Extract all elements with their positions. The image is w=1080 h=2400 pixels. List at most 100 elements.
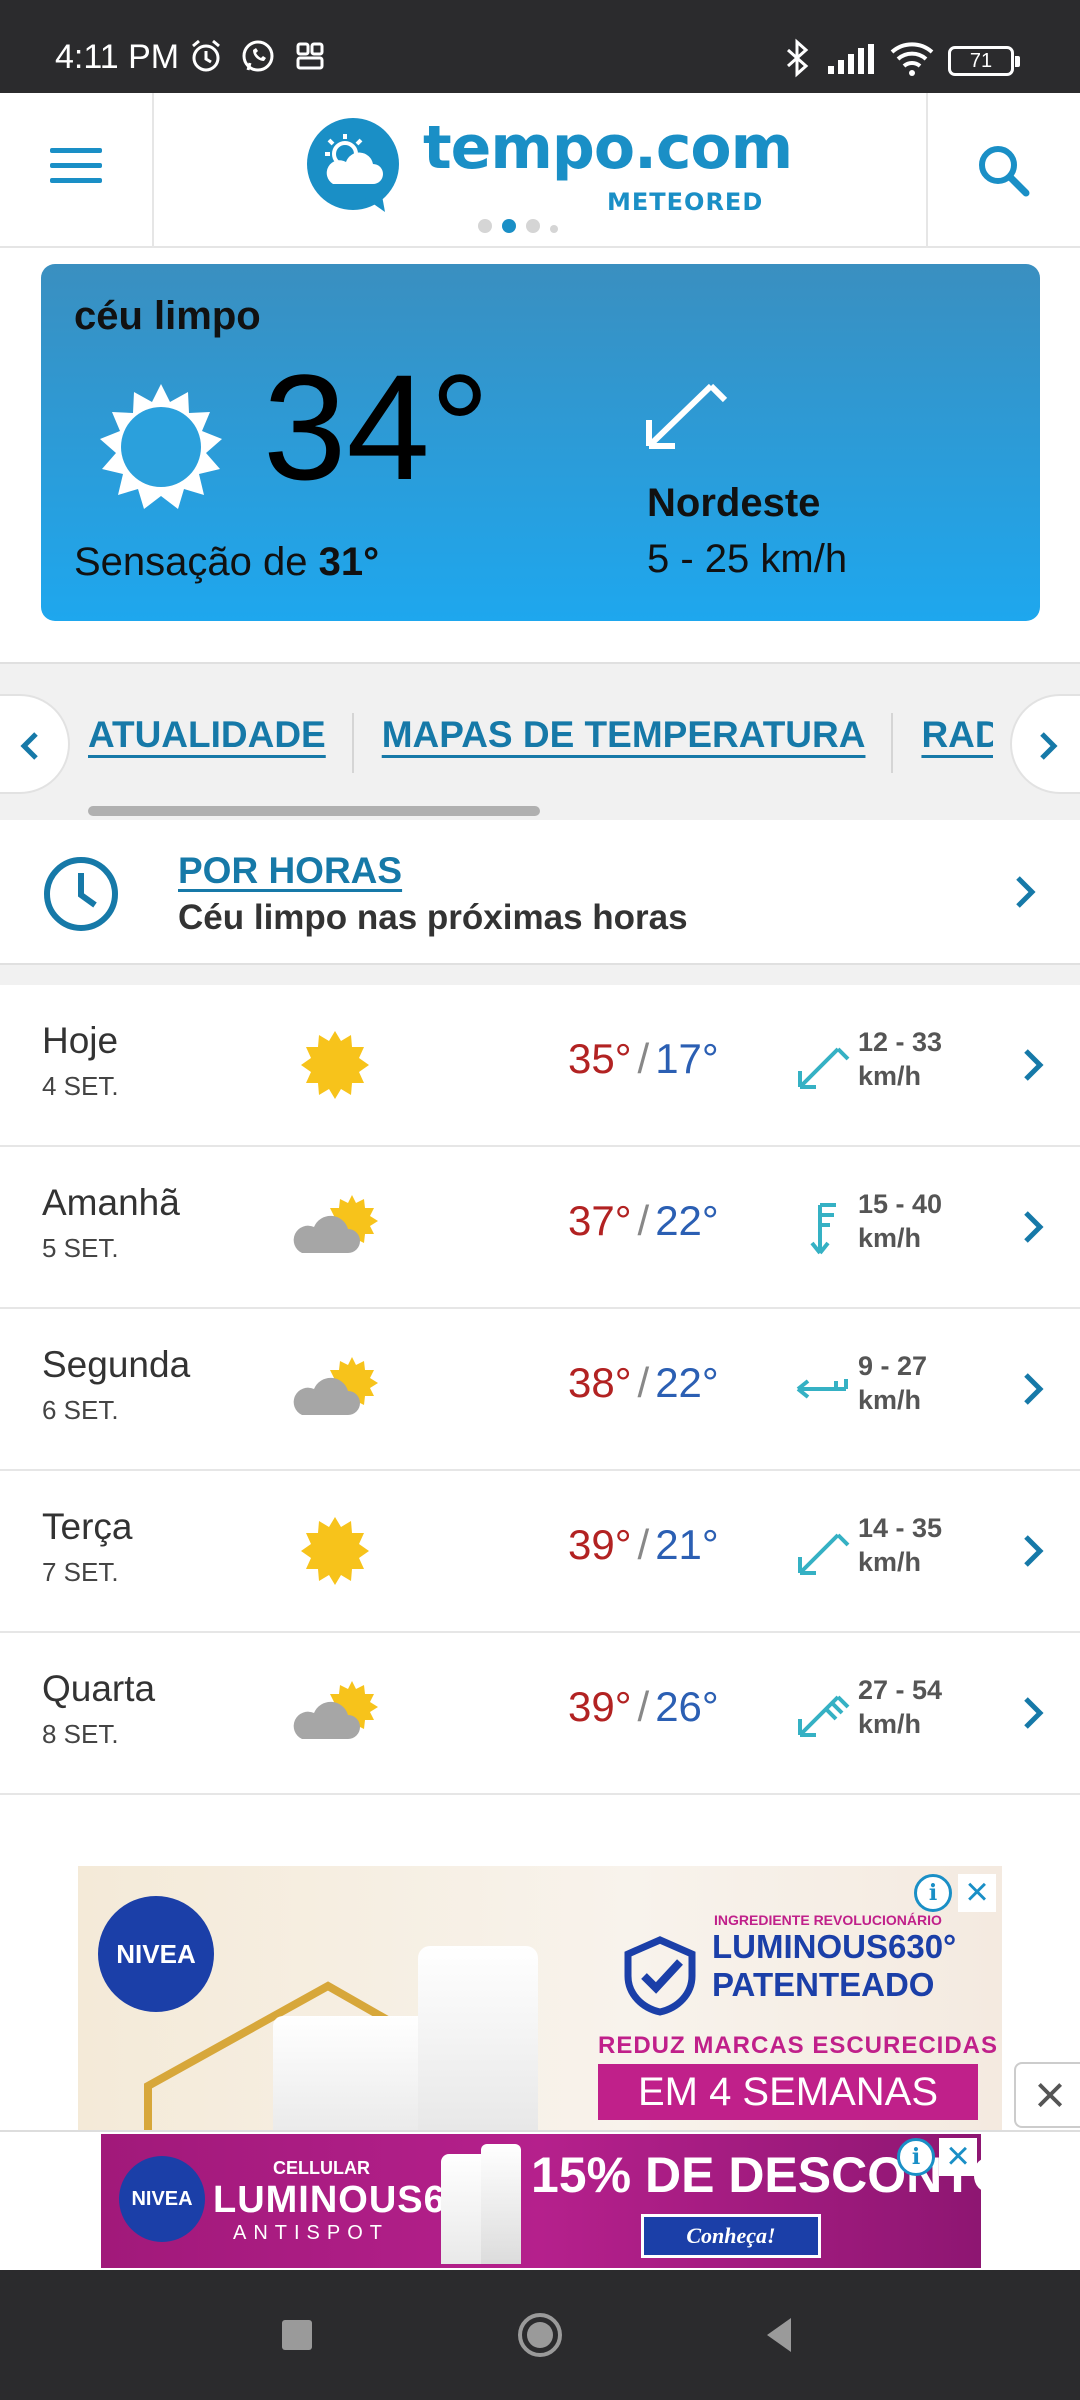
- hourly-link[interactable]: POR HORAS Céu limpo nas próximas horas: [0, 820, 1080, 965]
- menu-icon[interactable]: [50, 148, 102, 188]
- forecast-date: 6 SET.: [42, 1395, 119, 1425]
- ad-claim: REDUZ MARCAS ESCURECIDAS: [598, 2032, 999, 2059]
- forecast-wind: 14 - 35 km/h: [858, 1513, 943, 1577]
- forecast-date: 8 SET.: [42, 1719, 119, 1749]
- tabs-list: ATUALIDADE MAPAS DE TEMPERATURA RADAR: [88, 704, 993, 774]
- wind-northeast-icon: [798, 1695, 850, 1737]
- forecast-row[interactable]: Quarta 8 SET. 39°/26° 27 - 54 km/h: [0, 1633, 1080, 1795]
- status-time: 4:11 PM: [55, 38, 180, 76]
- wind-direction-icon: [646, 383, 728, 449]
- chevron-right-icon: [1024, 1697, 1044, 1729]
- forecast-temps: 35°/17°: [568, 1035, 719, 1082]
- chevron-right-icon: [1016, 876, 1036, 908]
- sun-icon: [301, 1031, 369, 1099]
- wifi-icon: [890, 42, 934, 76]
- forecast-wind: 12 - 33 km/h: [858, 1027, 943, 1091]
- wind-northeast-icon: [798, 1533, 850, 1575]
- ad-info-icon[interactable]: i: [914, 1874, 952, 1912]
- ad-info-icon[interactable]: i: [897, 2138, 935, 2176]
- chevron-right-icon: [1040, 732, 1058, 760]
- ad-close-icon[interactable]: ×: [958, 1872, 996, 1912]
- ad-headline-2: PATENTEADO: [712, 1966, 935, 2003]
- forecast-row[interactable]: Amanhã 5 SET. 37°/22° 15 - 40 km/h: [0, 1147, 1080, 1309]
- check-badge-icon: [624, 1936, 696, 2016]
- chevron-right-icon: [1024, 1373, 1044, 1405]
- chevron-right-icon: [1024, 1535, 1044, 1567]
- wind-direction: Nordeste: [647, 481, 821, 525]
- forecast-day: Segunda: [42, 1344, 191, 1385]
- partly-cloudy-icon: [293, 1681, 378, 1739]
- site-logo[interactable]: tempo.com METEORED: [305, 113, 793, 228]
- ad-headline: LUMINOUS630°: [712, 1928, 957, 1965]
- system-nav-bar: [0, 2270, 1080, 2400]
- wind-northeast-icon: [798, 1047, 850, 1089]
- divider: [926, 93, 928, 248]
- ad-product-image: [418, 1946, 538, 2130]
- tabs-scroll-right-button[interactable]: [1010, 694, 1080, 794]
- logo-cloud-icon: [307, 118, 399, 212]
- forecast-date: 7 SET.: [42, 1557, 119, 1587]
- partly-cloudy-icon: [293, 1357, 378, 1415]
- tab-mapas-de-temperatura[interactable]: MAPAS DE TEMPERATURA: [382, 704, 866, 766]
- wind-speed: 5 - 25 km/h: [647, 537, 848, 581]
- chevron-right-icon: [1024, 1211, 1044, 1243]
- wind-west-icon: [796, 1379, 848, 1399]
- current-condition: céu limpo: [74, 294, 261, 338]
- forecast-day: Terça: [42, 1506, 133, 1547]
- forecast-date: 5 SET.: [42, 1233, 119, 1263]
- forecast-temps: 39°/21°: [568, 1521, 719, 1568]
- recents-icon[interactable]: [272, 2310, 322, 2360]
- hourly-subtitle: Céu limpo nas próximas horas: [178, 898, 688, 937]
- forecast-date: 4 SET.: [42, 1071, 119, 1101]
- tab-radar[interactable]: RADAR: [921, 704, 993, 766]
- bluetooth-icon: [787, 38, 809, 78]
- tab-atualidade[interactable]: ATUALIDADE: [88, 704, 326, 766]
- logo-text: tempo.com: [423, 113, 793, 183]
- sticky-advertisement[interactable]: NIVEA CELLULAR LUMINOUS630° ANTISPOT 15%…: [101, 2134, 981, 2268]
- forecast-day: Amanhã: [42, 1182, 180, 1223]
- partly-cloudy-icon: [293, 1195, 378, 1253]
- close-sticky-ad-button[interactable]: ×: [1014, 2062, 1080, 2128]
- ad-product-image: [481, 2144, 521, 2264]
- app-notification-icon: [296, 42, 324, 70]
- section-tabs: ATUALIDADE MAPAS DE TEMPERATURA RADAR: [0, 662, 1080, 820]
- ad-close-icon[interactable]: ×: [939, 2136, 977, 2176]
- tabs-scrollbar[interactable]: [88, 806, 540, 816]
- forecast-temps: 38°/22°: [568, 1359, 719, 1406]
- back-icon[interactable]: [755, 2310, 805, 2360]
- battery-indicator: 71: [948, 46, 1020, 76]
- ad-cta-button[interactable]: Conheça!: [641, 2214, 821, 2258]
- ad-claim-2: EM 4 SEMANAS: [598, 2064, 978, 2120]
- clock-icon: [44, 857, 118, 931]
- forecast-row[interactable]: Hoje 4 SET. 35°/17° 12 - 33 km/h: [0, 985, 1080, 1147]
- current-temperature: 34°: [263, 343, 490, 511]
- alarm-icon: [192, 39, 220, 72]
- status-bar: 4:11 PM 71: [0, 0, 1080, 93]
- forecast-row[interactable]: Segunda 6 SET. 38°/22° 9 - 27 km/h: [0, 1309, 1080, 1471]
- forecast-temps: 39°/26°: [568, 1683, 719, 1730]
- forecast-wind: 9 - 27 km/h: [858, 1351, 928, 1415]
- forecast-wind: 27 - 54 km/h: [858, 1675, 943, 1739]
- current-weather-card[interactable]: céu limpo 34° Sensação de 31° Nordeste 5…: [41, 264, 1040, 621]
- advertisement-banner[interactable]: NIVEA INGREDIENTE REVOLUCIONÁRIO LUMINOU…: [78, 1866, 1002, 2130]
- forecast-wind: 15 - 40 km/h: [858, 1189, 943, 1253]
- forecast-day: Quarta: [42, 1668, 156, 1709]
- logo-subtitle: METEORED: [607, 188, 764, 216]
- tabs-scroll-left-button[interactable]: [0, 694, 70, 794]
- forecast-row[interactable]: Terça 7 SET. 39°/21° 14 - 35 km/h: [0, 1471, 1080, 1633]
- wind-north-icon: [810, 1203, 836, 1255]
- ad-product-image: [273, 2016, 433, 2130]
- feels-like: Sensação de 31°: [74, 540, 380, 584]
- sun-icon: [301, 1517, 369, 1585]
- ad-tagline: INGREDIENTE REVOLUCIONÁRIO: [714, 1912, 942, 1928]
- forecast-temps: 37°/22°: [568, 1197, 719, 1244]
- chevron-left-icon: [20, 732, 38, 760]
- home-icon[interactable]: [515, 2310, 565, 2360]
- search-icon[interactable]: [976, 143, 1032, 199]
- hourly-title[interactable]: POR HORAS: [178, 850, 402, 892]
- forecast-day: Hoje: [42, 1020, 119, 1061]
- clear-sky-icon: [100, 384, 222, 509]
- app-header: tempo.com METEORED: [0, 93, 1080, 248]
- ad-brand-logo: NIVEA: [119, 2156, 205, 2242]
- whatsapp-icon: [242, 40, 274, 72]
